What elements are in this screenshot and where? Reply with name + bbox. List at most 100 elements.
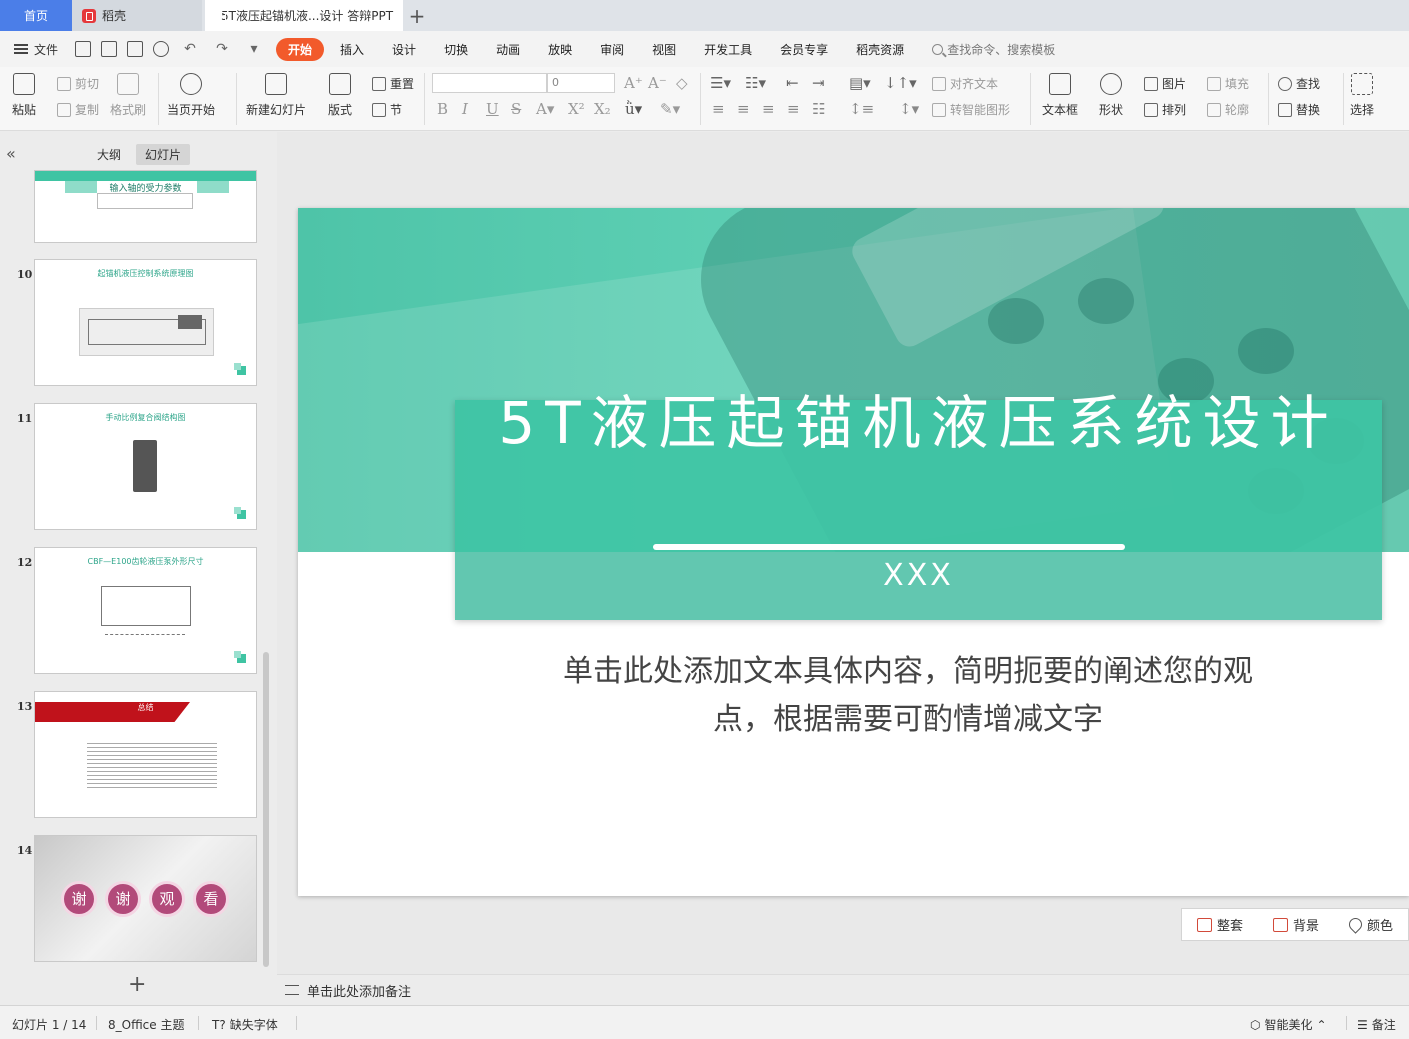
add-slide-button[interactable]: +	[128, 972, 146, 997]
font-size-select[interactable]: 0	[547, 73, 615, 93]
arrange-button[interactable]: 排列	[1144, 101, 1186, 118]
distribute-icon[interactable]: ☷	[812, 100, 825, 118]
bullets-icon[interactable]: ☰▾	[710, 74, 731, 92]
slide-thumbnail-12[interactable]: CBF—E100齿轮液压泵外形尺寸	[34, 547, 257, 674]
slides-tab[interactable]: 幻灯片	[136, 144, 191, 165]
copy-button[interactable]: 复制	[57, 101, 99, 118]
tab-home[interactable]: 首页	[0, 0, 72, 31]
slide-thumbnail-13[interactable]: 总结	[34, 691, 257, 818]
outline-tab[interactable]: 大纲	[88, 144, 130, 165]
convert-smartart-button[interactable]: 转智能图形	[932, 101, 1010, 118]
bold-icon[interactable]: B	[437, 100, 448, 118]
italic-icon[interactable]: I	[462, 100, 468, 118]
menu-tab-transitions[interactable]: 切换	[432, 38, 480, 61]
clear-format-icon[interactable]: ◇	[676, 74, 688, 92]
notes-icon	[285, 985, 299, 995]
slide-subtitle[interactable]: XXX	[455, 558, 1382, 593]
menu-tab-view[interactable]: 视图	[640, 38, 688, 61]
background-button[interactable]: 背景	[1272, 915, 1319, 934]
highlight-icon[interactable]: ✎▾	[660, 100, 680, 118]
print-preview-icon[interactable]	[153, 41, 170, 57]
color-button[interactable]: 颜色	[1346, 915, 1393, 934]
section-button[interactable]: 节	[372, 101, 402, 118]
file-menu-button[interactable]: 文件	[0, 41, 70, 58]
decrease-font-icon[interactable]: A⁻	[648, 74, 667, 92]
text-direction-icon[interactable]: ▤▾	[849, 74, 871, 92]
tab-daoke[interactable]: 稻壳	[72, 0, 202, 31]
textbox-label: 文本框	[1042, 103, 1079, 117]
tidy-button[interactable]: 整套	[1196, 915, 1243, 934]
paste-button[interactable]: 粘贴	[12, 73, 36, 118]
line-spacing-icon[interactable]: ↕≡	[849, 100, 874, 118]
menu-tab-slideshow[interactable]: 放映	[536, 38, 584, 61]
textbox-button[interactable]: 文本框	[1042, 73, 1078, 118]
replace-button[interactable]: 替换	[1278, 101, 1320, 118]
menu-tab-developer[interactable]: 开发工具	[692, 38, 764, 61]
current-slide[interactable]: 5T液压起锚机液压系统设计 XXX 单击此处添加文本具体内容，简明扼要的阐述您的…	[298, 208, 1409, 896]
font-name-select[interactable]	[432, 73, 547, 93]
find-button[interactable]: 查找	[1278, 75, 1320, 92]
decrease-indent-icon[interactable]: ⇤	[786, 74, 799, 92]
redo-icon[interactable]: ↷	[211, 41, 233, 57]
slide-thumbnail-11[interactable]: 手动比例复合阀结构图	[34, 403, 257, 530]
smart-beautify-button[interactable]: ⬡ 智能美化 ⌃	[1250, 1016, 1327, 1033]
sort-icon[interactable]: ↓↑▾	[884, 74, 917, 92]
command-search[interactable]: 查找命令、搜索模板	[932, 41, 1055, 58]
menu-tab-insert[interactable]: 插入	[328, 38, 376, 61]
font-color-icon[interactable]: A▾	[536, 100, 554, 118]
slide-title[interactable]: 5T液压起锚机液压系统设计	[455, 386, 1382, 460]
phonetic-guide-icon[interactable]: ǜ▾	[625, 100, 642, 118]
layout-button[interactable]: 版式	[328, 73, 352, 118]
notes-pane[interactable]: 单击此处添加备注	[277, 974, 1409, 1005]
slide-body-placeholder[interactable]: 单击此处添加文本具体内容，简明扼要的阐述您的观点，根据需要可酌情增减文字	[548, 648, 1268, 744]
numbering-icon[interactable]: ☷▾	[745, 74, 766, 92]
align-right-icon[interactable]: ≡	[762, 100, 775, 118]
menu-tab-membership[interactable]: 会员专享	[768, 38, 840, 61]
new-tab-button[interactable]: +	[403, 0, 431, 31]
slide-thumbnail-10[interactable]: 起锚机液压控制系统原理图	[34, 259, 257, 386]
slide-thumbnail-9[interactable]: 输入轴的受力参数	[34, 170, 257, 243]
missing-font-button[interactable]: T? 缺失字体	[212, 1016, 278, 1033]
customize-quick-access-icon[interactable]: ▾	[243, 41, 265, 57]
print-icon[interactable]	[127, 41, 144, 57]
format-painter-button[interactable]: 格式刷	[110, 73, 146, 118]
save-icon[interactable]	[75, 41, 92, 57]
superscript-icon[interactable]: X²	[568, 100, 585, 118]
clipboard-icon	[13, 73, 35, 95]
shape-button[interactable]: 形状	[1099, 73, 1123, 118]
align-left-icon[interactable]: ≡	[712, 100, 725, 118]
notes-toggle-button[interactable]: ☰ 备注	[1357, 1016, 1396, 1033]
menu-tab-design[interactable]: 设计	[380, 38, 428, 61]
subscript-icon[interactable]: X₂	[594, 100, 611, 118]
menu-tab-daoke-resources[interactable]: 稻壳资源	[844, 38, 916, 61]
cut-button[interactable]: 剪切	[57, 75, 99, 92]
picture-button[interactable]: 图片	[1144, 75, 1186, 92]
justify-icon[interactable]: ≡	[787, 100, 800, 118]
paragraph-spacing-icon[interactable]: ↕▾	[899, 100, 919, 118]
menu-tab-animations[interactable]: 动画	[484, 38, 532, 61]
align-center-icon[interactable]: ≡	[737, 100, 750, 118]
menu-tab-review[interactable]: 审阅	[588, 38, 636, 61]
play-from-current-button[interactable]: 当页开始	[167, 73, 215, 118]
outline-button[interactable]: 轮廓	[1207, 101, 1249, 118]
replace-icon	[1278, 102, 1292, 117]
outline-icon	[1207, 102, 1221, 117]
strikethrough-icon[interactable]: S	[511, 100, 521, 118]
export-pdf-icon[interactable]	[101, 41, 118, 57]
panel-scrollbar[interactable]	[263, 652, 269, 967]
align-text-button[interactable]: 对齐文本	[932, 75, 998, 92]
reset-button[interactable]: 重置	[372, 75, 414, 92]
photo-calculator-key	[1078, 278, 1134, 324]
underline-icon[interactable]: U	[486, 100, 499, 118]
menu-tab-home[interactable]: 开始	[276, 37, 325, 61]
increase-indent-icon[interactable]: ⇥	[812, 74, 825, 92]
slide-thumbnail-14[interactable]: 谢 谢 观 看	[34, 835, 257, 962]
theme-name[interactable]: 8_Office 主题	[108, 1016, 184, 1033]
new-slide-button[interactable]: 新建幻灯片	[246, 73, 306, 118]
fill-button[interactable]: 填充	[1207, 75, 1249, 92]
increase-font-icon[interactable]: A⁺	[624, 74, 643, 92]
collapse-panel-button[interactable]: «	[6, 144, 16, 163]
tab-document[interactable]: 5T液压起锚机液...设计 答辩PPT	[205, 0, 403, 31]
select-button[interactable]: 选择	[1350, 73, 1374, 118]
undo-icon[interactable]: ↶	[179, 41, 201, 57]
